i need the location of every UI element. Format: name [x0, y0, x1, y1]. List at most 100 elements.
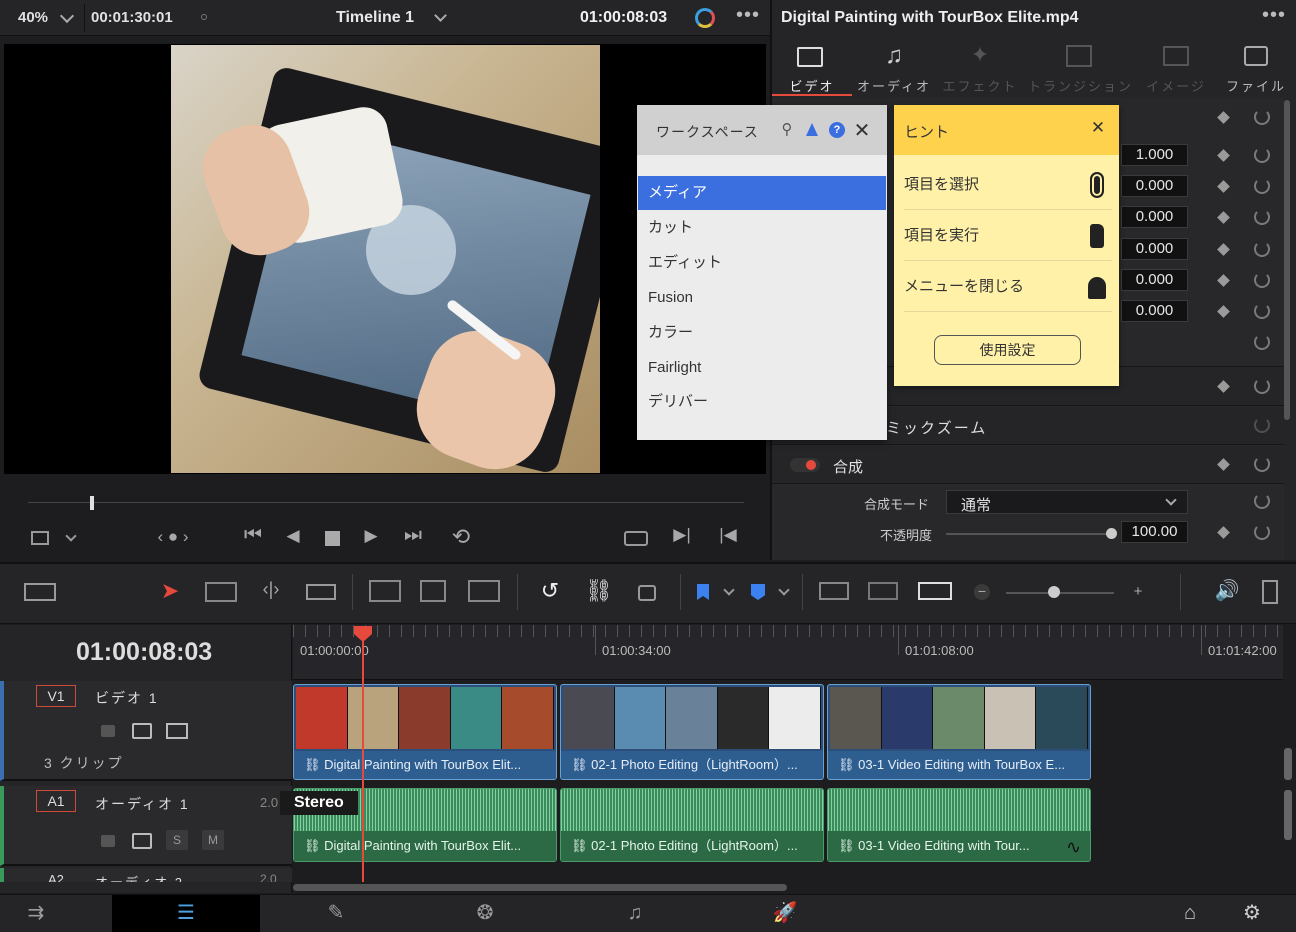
tab-image[interactable]: イメージ [1140, 38, 1212, 96]
auto-select-icon[interactable] [132, 833, 152, 849]
reset-icon[interactable] [1254, 417, 1270, 433]
home-icon[interactable]: ⌂ [1170, 898, 1210, 928]
media-page-icon[interactable]: ⇉ [16, 898, 56, 928]
settings-button[interactable]: 使用設定 [934, 335, 1081, 365]
opacity-slider-track[interactable] [946, 533, 1112, 535]
reset-icon[interactable] [1254, 272, 1270, 288]
tab-transition[interactable]: トランジション [1028, 38, 1131, 96]
zoom-detail-icon[interactable] [868, 582, 898, 600]
fade-curve-icon[interactable]: ∿ [1066, 837, 1081, 858]
video-clip[interactable]: ⛓ Digital Painting with TourBox Elit... [293, 684, 557, 780]
track-name[interactable]: オーディオ 1 [95, 794, 190, 814]
zoom-in-icon[interactable]: + [1130, 584, 1146, 600]
audio-vscroll[interactable] [1284, 790, 1292, 840]
lock-icon[interactable] [101, 835, 115, 847]
video-enable-icon[interactable] [166, 723, 188, 739]
mute-button[interactable]: M [202, 830, 224, 850]
auto-select-icon[interactable] [132, 723, 152, 739]
zoom-slider-handle[interactable] [1048, 586, 1060, 598]
color-wheel-icon[interactable] [695, 8, 715, 28]
workspace-item-media[interactable]: メディア [638, 176, 886, 210]
speaker-icon[interactable]: 🔊 [1212, 578, 1242, 603]
track-name[interactable]: ビデオ 1 [95, 688, 159, 708]
viewer-scrubber-handle[interactable] [90, 496, 94, 510]
next-edit-icon[interactable]: ▶| [672, 525, 692, 545]
workspace-item-fairlight[interactable]: Fairlight [638, 351, 886, 385]
workspace-item-fusion[interactable]: Fusion [638, 281, 886, 315]
opacity-value-field[interactable]: 100.00 [1121, 521, 1188, 543]
loop-icon[interactable]: ⟲ [446, 524, 476, 550]
reset-icon[interactable] [1254, 303, 1270, 319]
audio-track-2-header[interactable]: A2 オーディオ 2 2.0 [0, 868, 292, 882]
blade-tool-icon[interactable] [306, 584, 336, 600]
solo-button[interactable]: S [166, 830, 188, 850]
workspace-item-deliver[interactable]: デリバー [638, 385, 886, 419]
tab-audio[interactable]: ♫ オーディオ [856, 38, 932, 96]
reset-icon[interactable] [1254, 109, 1270, 125]
reset-icon[interactable] [1254, 178, 1270, 194]
reset-icon[interactable] [1254, 456, 1270, 472]
match-frame-icon[interactable] [624, 531, 648, 546]
selection-arrow-icon[interactable]: ➤ [160, 578, 180, 604]
zoom-slider-track[interactable] [1006, 592, 1114, 594]
timeline-name[interactable]: Timeline 1 [336, 9, 414, 27]
go-to-start-icon[interactable]: ⏮ [238, 524, 268, 547]
navigation-arrow-icon[interactable] [806, 123, 818, 136]
workspace-item-edit[interactable]: エディット [638, 246, 886, 280]
zoom-value-field[interactable]: 1.000 [1121, 144, 1188, 166]
reset-icon[interactable] [1254, 209, 1270, 225]
video-clip[interactable]: ⛓ 03-1 Video Editing with TourBox E... [827, 684, 1091, 780]
pin-icon[interactable]: ⚲ [779, 120, 795, 138]
tab-video[interactable]: ビデオ [772, 38, 852, 96]
timeline-ruler[interactable] [293, 625, 1283, 680]
lock-icon[interactable] [638, 585, 656, 601]
composite-toggle[interactable] [790, 458, 820, 472]
playhead-line[interactable] [362, 640, 364, 882]
trim-tool-icon[interactable] [205, 582, 237, 602]
workspace-item-cut[interactable]: カット [638, 211, 886, 245]
close-icon[interactable]: ✕ [852, 118, 872, 143]
reset-icon[interactable] [1254, 378, 1270, 394]
composite-mode-select[interactable]: 通常 [946, 490, 1188, 514]
rotation-field[interactable]: 0.000 [1121, 238, 1188, 260]
go-to-end-icon[interactable]: ⏭ [398, 524, 428, 547]
reset-icon[interactable] [1254, 524, 1270, 540]
settings-gear-icon[interactable]: ⚙ [1232, 898, 1272, 928]
deliver-page-icon[interactable]: 🚀 [765, 898, 805, 928]
color-page-icon[interactable]: ❂ [465, 898, 505, 928]
fairlight-page-icon[interactable]: ♫ [615, 898, 655, 928]
overwrite-clip-icon[interactable] [420, 580, 446, 602]
more-options-icon[interactable]: ••• [736, 4, 760, 27]
prev-edit-icon[interactable]: |◀ [718, 525, 738, 545]
anchor-y-field[interactable]: 0.000 [1121, 300, 1188, 322]
workspace-item-color[interactable]: カラー [638, 316, 886, 350]
position-y-field[interactable]: 0.000 [1121, 206, 1188, 228]
replace-clip-icon[interactable] [468, 580, 500, 602]
stop-icon[interactable] [325, 531, 340, 546]
dynamic-trim-icon[interactable]: ‹|› [255, 579, 287, 600]
tab-effects[interactable]: ✦ エフェクト [940, 38, 1020, 96]
zoom-custom-icon[interactable] [918, 582, 952, 600]
insert-clip-icon[interactable] [369, 580, 401, 602]
play-icon[interactable]: ▶ [361, 526, 381, 546]
position-x-field[interactable]: 0.000 [1121, 175, 1188, 197]
audio-clip[interactable]: ⛓ 03-1 Video Editing with Tour... ∿ [827, 788, 1091, 862]
zoom-level[interactable]: 40% [18, 9, 48, 26]
track-id-badge[interactable]: A1 [36, 790, 76, 812]
video-clip[interactable]: ⛓ 02-1 Photo Editing（LightRoom）... [560, 684, 824, 780]
reset-icon[interactable] [1254, 147, 1270, 163]
transform-icon[interactable] [31, 531, 49, 545]
track-id-badge[interactable]: V1 [36, 685, 76, 707]
inspector-scrollbar[interactable] [1284, 100, 1290, 420]
opacity-slider-handle[interactable] [1106, 528, 1117, 539]
timeline-hscroll[interactable] [293, 884, 787, 891]
link-icon[interactable]: ⛓ [585, 578, 613, 604]
reset-icon[interactable] [1254, 241, 1270, 257]
more-options-icon[interactable]: ••• [1262, 4, 1286, 27]
lock-icon[interactable] [101, 725, 115, 737]
reset-icon[interactable] [1254, 493, 1270, 509]
video-vscroll[interactable] [1284, 748, 1292, 780]
chevron-down-icon[interactable] [65, 530, 77, 542]
help-icon[interactable]: ? [829, 122, 845, 138]
reset-icon[interactable] [1254, 334, 1270, 350]
